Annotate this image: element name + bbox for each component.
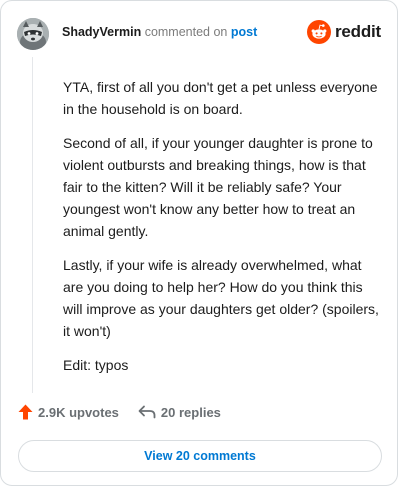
thread-line <box>32 57 33 393</box>
upvote-button[interactable]: 2.9K upvotes <box>18 404 119 420</box>
post-link[interactable]: post <box>231 25 257 39</box>
raccoon-avatar-icon <box>17 18 49 50</box>
comment-header: ShadyVermin commented on post reddit <box>17 17 381 51</box>
reply-count: 20 replies <box>160 404 221 420</box>
comment-paragraph: Second of all, if your younger daughter … <box>63 135 373 239</box>
reply-button[interactable]: 20 replies <box>138 405 221 420</box>
upvote-arrow-icon <box>18 404 33 420</box>
user-avatar[interactable] <box>17 18 49 50</box>
comment-action-text: commented on <box>144 25 228 39</box>
reply-arrow-icon <box>138 405 156 419</box>
reddit-snoo-icon <box>306 20 331 44</box>
comment-card: ShadyVermin commented on post reddit YTA… <box>0 0 398 486</box>
username-link[interactable]: ShadyVermin <box>62 25 141 39</box>
reddit-wordmark: reddit <box>334 22 381 41</box>
comment-meta: ShadyVermin commented on post <box>62 25 257 39</box>
comment-paragraph: Edit: typos <box>63 357 129 373</box>
comment-body: YTA, first of all you don't get a pet un… <box>63 76 385 388</box>
comment-actions: 2.9K upvotes 20 replies <box>18 404 221 420</box>
upvote-count: 2.9K upvotes <box>38 404 119 420</box>
comment-paragraph: Lastly, if your wife is already overwhel… <box>63 257 379 339</box>
view-comments-button[interactable]: View 20 comments <box>18 440 382 472</box>
reddit-logo[interactable]: reddit <box>306 20 381 44</box>
comment-paragraph: YTA, first of all you don't get a pet un… <box>63 79 378 117</box>
